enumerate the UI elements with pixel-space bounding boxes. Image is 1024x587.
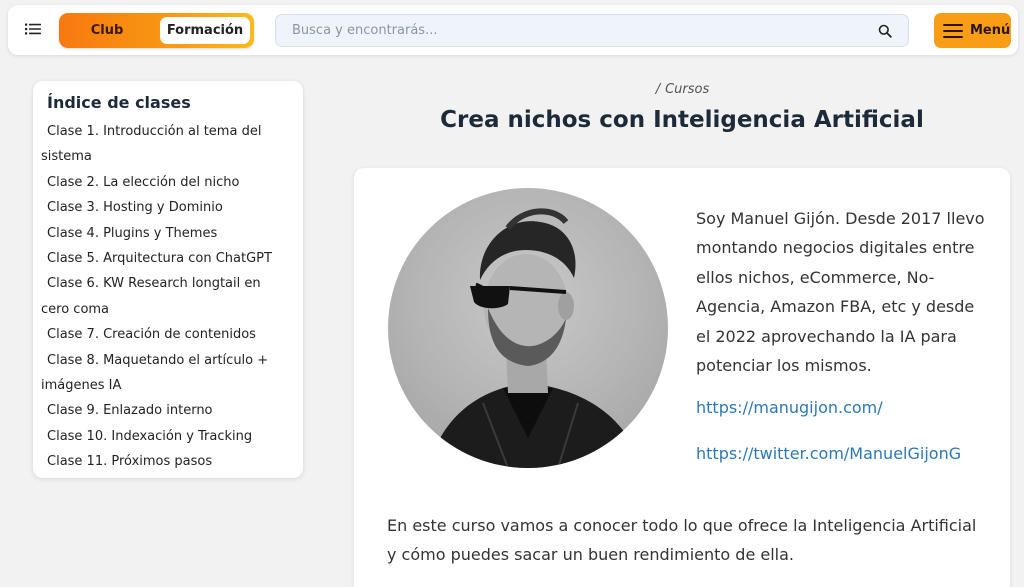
class-link-10[interactable]: Clase 10. Indexación y Tracking [41, 424, 291, 449]
author-portrait [388, 188, 668, 468]
author-bio: Soy Manuel Gijón. Desde 2017 llevo monta… [696, 209, 985, 376]
class-link-5[interactable]: Clase 5. Arquitectura con ChatGPT [41, 246, 291, 271]
breadcrumb: / Cursos [0, 82, 1024, 97]
class-link-2[interactable]: Clase 2. La elección del nicho [41, 170, 291, 195]
class-link-9[interactable]: Clase 9. Enlazado interno [41, 398, 291, 423]
class-index-list: Clase 1. Introducción al tema del sistem… [41, 119, 291, 475]
breadcrumb-separator: / [655, 82, 661, 97]
club-formacion-toggle: Club Formación [59, 13, 254, 48]
page-title: Crea nichos con Inteligencia Artificial [440, 107, 924, 133]
breadcrumb-current[interactable]: Cursos [665, 82, 709, 97]
class-link-6[interactable]: Clase 6. KW Research longtail en cero co… [41, 271, 291, 322]
class-link-11[interactable]: Clase 11. Próximos pasos [41, 449, 291, 474]
course-content-card: Soy Manuel Gijón. Desde 2017 llevo monta… [354, 168, 1010, 587]
class-link-4[interactable]: Clase 4. Plugins y Themes [41, 221, 291, 246]
menu-label: Menú [970, 23, 1011, 38]
search-icon[interactable] [878, 24, 892, 38]
class-index-panel: Índice de clases Clase 1. Introducción a… [33, 81, 303, 478]
top-bar: Club Formación Menú [8, 5, 1018, 55]
course-intro: En este curso vamos a conocer todo lo qu… [387, 516, 977, 564]
toggle-formacion-option[interactable]: Formación [160, 17, 250, 44]
website-link[interactable]: https://manugijon.com/ [696, 398, 883, 417]
hamburger-icon [943, 23, 963, 38]
class-link-8[interactable]: Clase 8. Maquetando el artículo + imágen… [41, 348, 291, 399]
search-input[interactable] [276, 15, 856, 46]
class-link-3[interactable]: Clase 3. Hosting y Dominio [41, 195, 291, 220]
twitter-link[interactable]: https://twitter.com/ManuelGijonG [696, 444, 961, 463]
class-link-7[interactable]: Clase 7. Creación de contenidos [41, 322, 291, 347]
search-bar [275, 14, 909, 47]
list-icon[interactable] [24, 20, 42, 38]
class-link-1[interactable]: Clase 1. Introducción al tema del sistem… [41, 119, 291, 170]
toggle-club-option[interactable]: Club [59, 13, 155, 48]
menu-button[interactable]: Menú [934, 13, 1011, 48]
